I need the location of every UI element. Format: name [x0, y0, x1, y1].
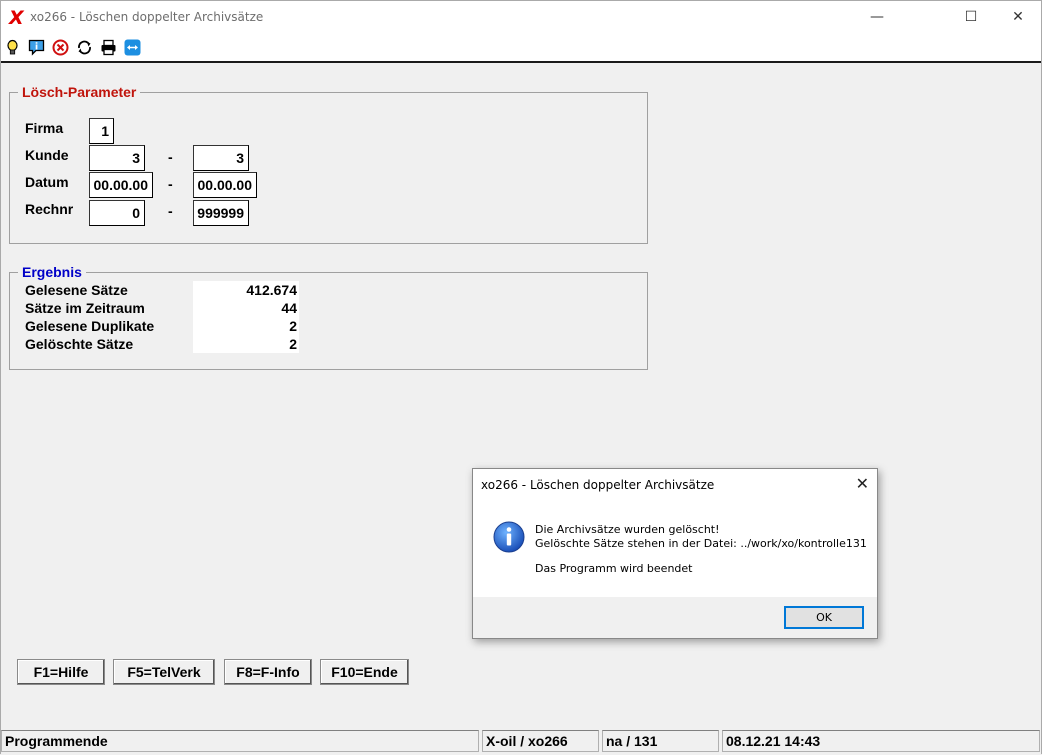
rechnr-to-field[interactable]: 999999 [193, 200, 249, 226]
main-window: X xo266 - Löschen doppelter Archivsätze … [0, 0, 1042, 755]
refresh-icon[interactable] [76, 39, 93, 56]
kunde-range-dash: - [168, 149, 173, 165]
app-logo-icon: X [9, 7, 24, 29]
rechnr-range-dash: - [168, 203, 173, 219]
kunde-from-field[interactable]: 3 [89, 145, 145, 171]
end-button[interactable]: F10=Ende [320, 659, 409, 685]
dialog-message-line-3: Das Programm wird beendet [535, 562, 693, 575]
dialog-close-icon[interactable]: ✕ [856, 474, 869, 493]
result-value-deleted: 2 [193, 335, 299, 353]
result-group-legend: Ergebnis [18, 264, 86, 280]
dialog-message-line-2: Gelöschte Sätze stehen in der Datei: ../… [535, 537, 867, 550]
result-value-duplicates: 2 [193, 317, 299, 335]
status-message: Programmende [1, 730, 479, 752]
message-dialog: xo266 - Löschen doppelter Archivsätze ✕ … [472, 468, 878, 639]
kunde-label: Kunde [25, 147, 69, 163]
status-datetime: 08.12.21 14:43 [722, 730, 1040, 752]
status-user: na / 131 [602, 730, 719, 752]
rechnr-from-field[interactable]: 0 [89, 200, 145, 226]
result-label-deleted: Gelöschte Sätze [25, 336, 134, 352]
help-button[interactable]: F1=Hilfe [17, 659, 105, 685]
info-message-icon[interactable] [28, 39, 45, 56]
toolbar [1, 33, 1041, 63]
status-bar: Programmende X-oil / xo266 na / 131 08.1… [1, 730, 1041, 755]
datum-label: Datum [25, 174, 69, 190]
dialog-message-line-1: Die Archivsätze wurden gelöscht! [535, 523, 720, 536]
datum-range-dash: - [168, 176, 173, 192]
teamviewer-icon[interactable] [124, 39, 141, 56]
maximize-button[interactable]: ☐ [948, 1, 994, 33]
firma-field[interactable]: 1 [89, 118, 114, 144]
telverk-button[interactable]: F5=TelVerk [113, 659, 215, 685]
dialog-body: Die Archivsätze wurden gelöscht! Gelösch… [473, 499, 877, 597]
result-value-read: 412.674 [193, 281, 299, 299]
status-program: X-oil / xo266 [482, 730, 599, 752]
minimize-button[interactable]: — [854, 1, 900, 33]
result-label-duplicates: Gelesene Duplikate [25, 318, 155, 334]
result-value-period: 44 [193, 299, 299, 317]
ok-button[interactable]: OK [784, 606, 864, 629]
rechnr-label: Rechnr [25, 201, 74, 217]
datum-from-field[interactable]: 00.00.00 [89, 172, 153, 198]
firma-label: Firma [25, 120, 64, 136]
close-button[interactable]: ✕ [995, 1, 1041, 33]
parameter-group-legend: Lösch-Parameter [18, 84, 141, 100]
lightbulb-icon[interactable] [4, 39, 21, 56]
printer-icon[interactable] [100, 39, 117, 56]
dialog-title: xo266 - Löschen doppelter Archivsätze [481, 478, 715, 492]
info-icon [493, 521, 525, 553]
window-title: xo266 - Löschen doppelter Archivsätze [30, 10, 264, 24]
result-label-read: Gelesene Sätze [25, 282, 128, 298]
cancel-circle-icon[interactable] [52, 39, 69, 56]
kunde-to-field[interactable]: 3 [193, 145, 249, 171]
dialog-title-bar: xo266 - Löschen doppelter Archivsätze ✕ [473, 469, 877, 499]
result-label-period: Sätze im Zeitraum [25, 300, 145, 316]
datum-to-field[interactable]: 00.00.00 [193, 172, 257, 198]
finfo-button[interactable]: F8=F-Info [224, 659, 312, 685]
title-bar: X xo266 - Löschen doppelter Archivsätze … [1, 1, 1041, 33]
